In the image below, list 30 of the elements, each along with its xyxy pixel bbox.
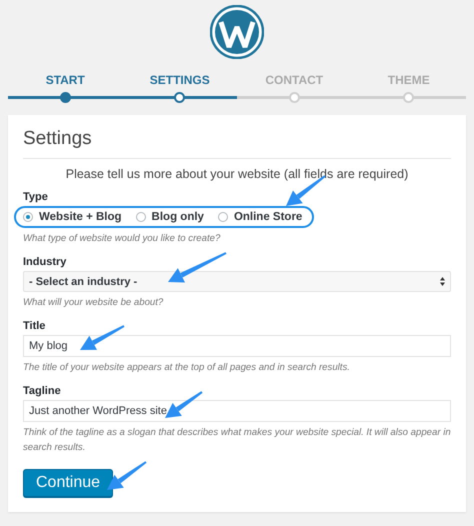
radio-button[interactable] bbox=[23, 212, 33, 222]
radio-label[interactable]: Blog only bbox=[152, 211, 204, 223]
arrow-icon bbox=[80, 325, 124, 350]
card-title: Settings bbox=[23, 125, 451, 159]
radio-button[interactable] bbox=[218, 212, 228, 222]
field-label: Tagline bbox=[23, 385, 62, 397]
field-label: Type bbox=[23, 191, 49, 203]
step-label: SETTINGS bbox=[150, 73, 210, 88]
radio-label[interactable]: Website + Blog bbox=[39, 211, 122, 223]
text-field[interactable]: My blog bbox=[23, 335, 451, 357]
arrow-icon bbox=[165, 391, 203, 418]
intro-text: Please tell us more about your website (all fields are required) bbox=[64, 167, 410, 181]
radio-button[interactable] bbox=[136, 212, 146, 222]
radio-label[interactable]: Online Store bbox=[234, 211, 302, 223]
arrow-icon bbox=[168, 252, 226, 282]
step-label: THEME bbox=[388, 73, 430, 88]
continue-button[interactable]: Continue bbox=[23, 469, 114, 497]
field-hint: What will your website be about? bbox=[23, 296, 164, 310]
field-label: Title bbox=[23, 320, 46, 332]
field-hint: The title of your website appears at the top of all pages and in search results. bbox=[23, 361, 351, 375]
text-field[interactable]: Just another WordPress site bbox=[23, 400, 451, 422]
industry-dropdown[interactable]: - Select an industry - bbox=[23, 271, 451, 292]
field-hint: Think of the tagline as a slogan that describes what makes your website special. It will also appear in search results. bbox=[23, 426, 451, 455]
step-label: START bbox=[46, 73, 85, 88]
step-label: CONTACT bbox=[265, 73, 324, 88]
updown-caret-icon bbox=[440, 277, 445, 286]
field-label: Industry bbox=[23, 256, 68, 268]
arrow-icon bbox=[107, 461, 147, 490]
logo-icon bbox=[210, 5, 264, 59]
field-hint: What type of website would you like to create? bbox=[23, 232, 222, 246]
